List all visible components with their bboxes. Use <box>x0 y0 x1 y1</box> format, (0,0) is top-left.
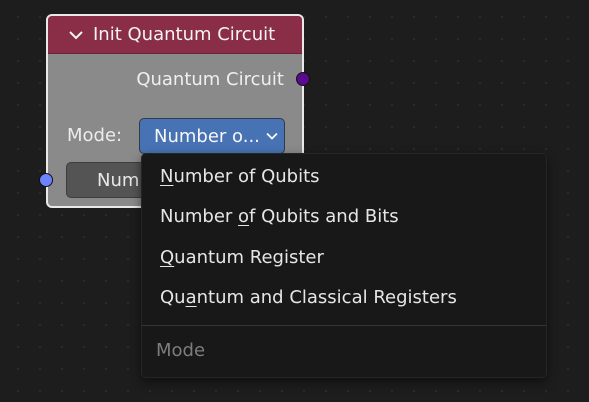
menu-separator <box>142 325 546 326</box>
menu-item-quantum-register[interactable]: Quantum Register <box>160 247 324 268</box>
num-field-label: Num <box>97 169 140 191</box>
menu-item-quantum-and-classical-registers[interactable]: Quantum and Classical Registers <box>160 287 457 308</box>
mode-value: Number o... <box>154 125 260 147</box>
quantum-circuit-output-socket[interactable] <box>296 72 310 86</box>
menu-title: Mode <box>156 340 206 361</box>
mode-dropdown-menu: Number of Qubits Number of Qubits and Bi… <box>141 153 547 378</box>
mode-label: Mode: <box>67 125 123 146</box>
chevron-down-icon <box>266 132 278 140</box>
menu-item-number-of-qubits-and-bits[interactable]: Number of Qubits and Bits <box>160 206 399 227</box>
node-title: Init Quantum Circuit <box>93 24 276 45</box>
chevron-down-icon[interactable] <box>68 29 84 41</box>
number-input-socket[interactable] <box>39 173 53 187</box>
node-header[interactable]: Init Quantum Circuit <box>48 16 302 54</box>
output-label: Quantum Circuit <box>136 69 284 90</box>
mode-dropdown[interactable]: Number o... <box>139 118 285 154</box>
menu-item-number-of-qubits[interactable]: Number of Qubits <box>160 166 320 187</box>
